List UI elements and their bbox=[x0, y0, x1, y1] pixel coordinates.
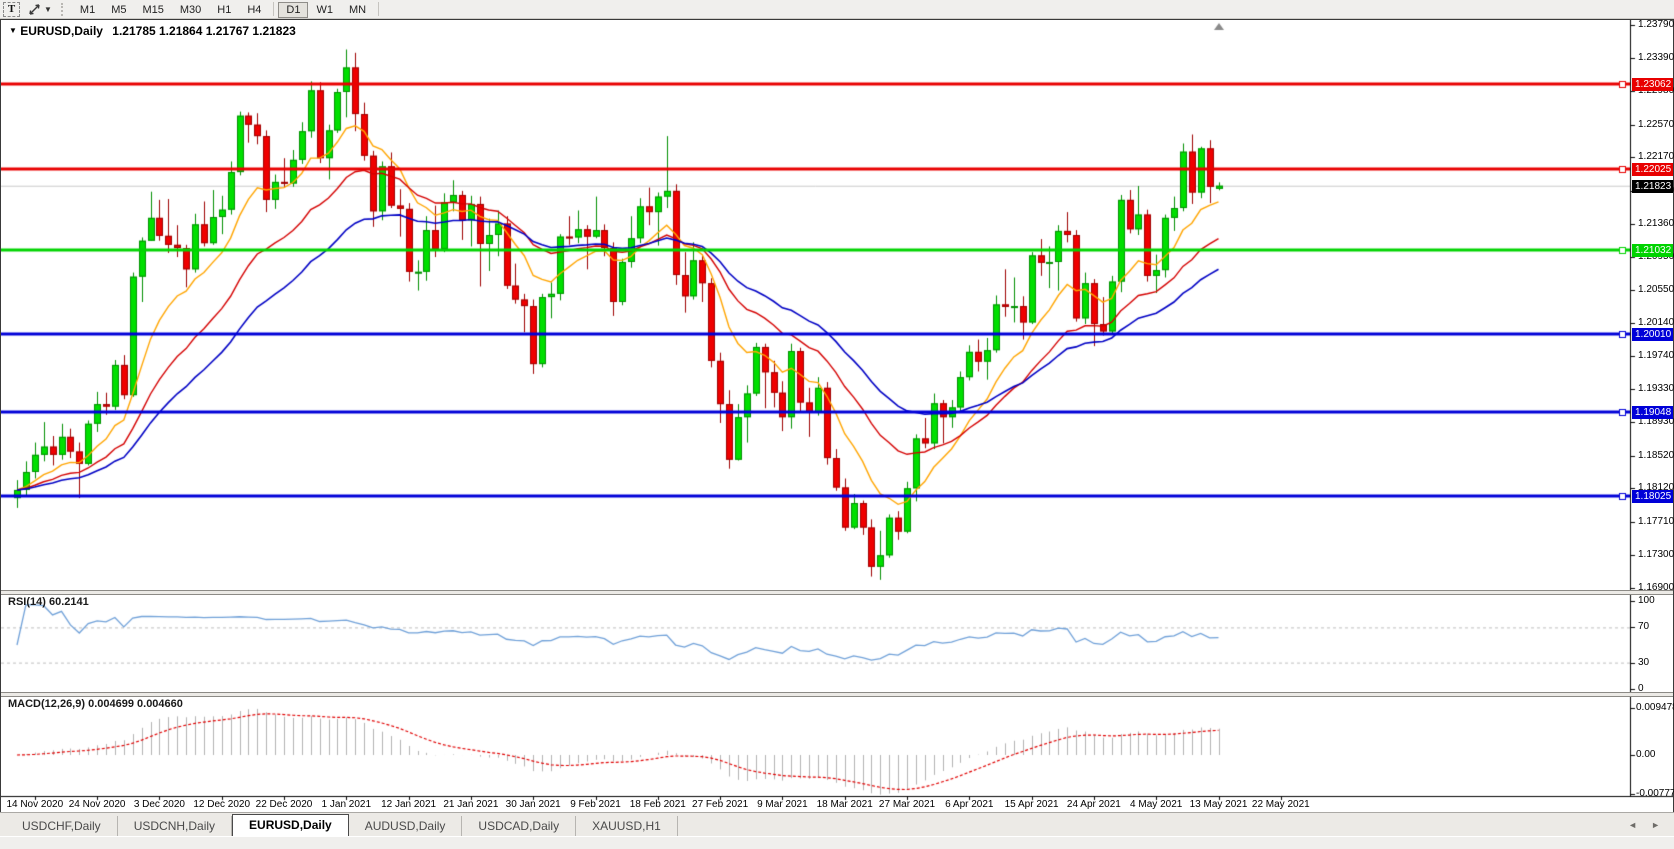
chart-title-symbol: EURUSD,Daily bbox=[20, 24, 103, 38]
tab-scroll-left-icon[interactable]: ◄ bbox=[1628, 815, 1637, 835]
chart-window: 1.237901.233901.229801.225701.221701.217… bbox=[0, 19, 1674, 812]
timeframe-button-w1[interactable]: W1 bbox=[308, 2, 341, 18]
pointer-tool-icon[interactable] bbox=[26, 2, 42, 17]
tab-scroll-arrows: ◄ ► bbox=[1628, 815, 1660, 835]
top-toolbar: T ▼ M1M5M15M30H1H4 D1W1MN bbox=[0, 0, 1674, 19]
timeframe-button-group: M1M5M15M30H1H4 D1W1MN bbox=[72, 0, 383, 18]
timeframe-button-m15[interactable]: M15 bbox=[134, 2, 171, 18]
chevron-down-icon[interactable]: ▼ bbox=[44, 2, 52, 17]
timeframe-button-d1[interactable]: D1 bbox=[278, 2, 308, 18]
tab-usdcad[interactable]: USDCAD,Daily bbox=[462, 816, 576, 837]
timeframe-button-h1[interactable]: H1 bbox=[209, 2, 239, 18]
timeframe-button-m30[interactable]: M30 bbox=[172, 2, 209, 18]
timeframe-button-mn[interactable]: MN bbox=[341, 2, 374, 18]
timeframe-button-h4[interactable]: H4 bbox=[239, 2, 269, 18]
macd-indicator-label: MACD(12,26,9) 0.004699 0.004660 bbox=[8, 698, 183, 710]
toolbar-separator bbox=[273, 2, 274, 16]
tab-eurusd[interactable]: EURUSD,Daily bbox=[232, 814, 349, 837]
timeframe-button-m1[interactable]: M1 bbox=[72, 2, 103, 18]
chart-title: ▼ EURUSD,Daily 1.21785 1.21864 1.21767 1… bbox=[9, 24, 296, 38]
chart-tab-bar: USDCHF,DailyUSDCNH,DailyEURUSD,DailyAUDU… bbox=[0, 812, 1674, 836]
toolbar-separator bbox=[378, 2, 379, 16]
status-strip bbox=[0, 836, 1674, 849]
tab-usdcnh[interactable]: USDCNH,Daily bbox=[118, 816, 232, 837]
text-tool-button[interactable]: T bbox=[3, 2, 20, 17]
macd-panel-separator[interactable] bbox=[1, 692, 1673, 697]
rsi-indicator-label: RSI(14) 60.2141 bbox=[8, 596, 89, 608]
timeframe-button-m5[interactable]: M5 bbox=[103, 2, 134, 18]
symbol-dropdown-icon[interactable]: ▼ bbox=[9, 26, 17, 35]
tab-audusd[interactable]: AUDUSD,Daily bbox=[349, 816, 463, 837]
rsi-panel-separator[interactable] bbox=[1, 590, 1673, 595]
tab-usdchf[interactable]: USDCHF,Daily bbox=[6, 816, 118, 837]
toolbar-gripper bbox=[61, 3, 66, 16]
tab-scroll-right-icon[interactable]: ► bbox=[1651, 815, 1660, 835]
chart-title-ohlc: 1.21785 1.21864 1.21767 1.21823 bbox=[112, 24, 296, 38]
chart-tabs: USDCHF,DailyUSDCNH,DailyEURUSD,DailyAUDU… bbox=[0, 813, 678, 837]
tab-xauusd[interactable]: XAUUSD,H1 bbox=[576, 816, 678, 837]
